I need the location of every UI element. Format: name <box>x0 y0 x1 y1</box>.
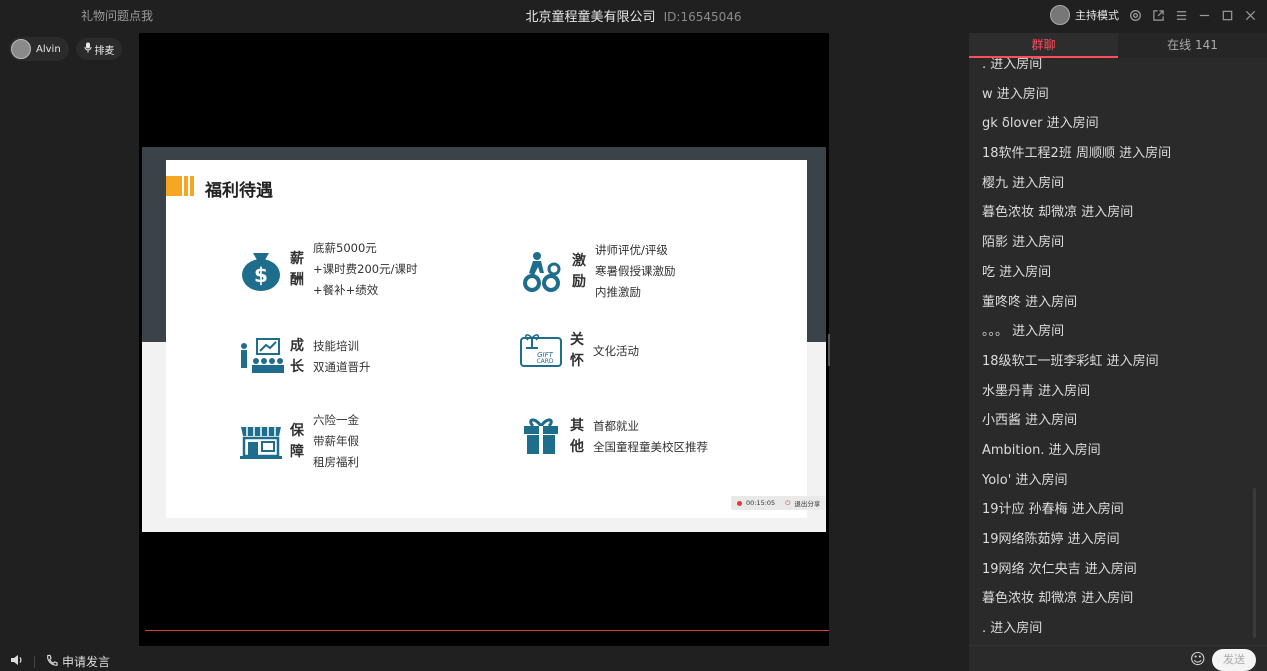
user-pill[interactable]: Alvin <box>9 37 69 61</box>
benefit-category: 保障 <box>290 422 304 460</box>
presentation-icon <box>241 338 284 373</box>
gears-icon <box>523 251 561 292</box>
chat-message: 暮色浓妆 却微凉 进入房间 <box>982 591 1134 607</box>
chat-message: . 进入房间 <box>982 58 1043 72</box>
benefit-other: 其他 首都就业 全国童程童美校区推荐 <box>518 414 708 460</box>
chat-message: 陌影 进入房间 <box>982 235 1065 251</box>
benefit-details: 首都就业 全国童程童美校区推荐 <box>593 419 708 454</box>
chat-message: 19网络 次仁央吉 进入房间 <box>982 561 1137 577</box>
close-icon[interactable] <box>1243 8 1257 22</box>
chat-panel: 群聊 在线 141 . 进入房间 w 进入房间 gk δlover 进入房间 18软件… <box>969 33 1267 671</box>
chat-message: 18软件工程2班 周顺顺 进入房间 <box>982 146 1172 162</box>
benefit-details: 底薪5000元 +课时费200元/课时 +餐补+绩效 <box>313 241 418 297</box>
send-button[interactable]: 发送 <box>1212 649 1256 671</box>
benefit-security: 保障 六险一金 带薪年假 租房福利 <box>238 410 359 473</box>
chat-message: Yolo' 进入房间 <box>982 472 1068 488</box>
host-mode-label[interactable]: 主持模式 <box>1075 7 1119 23</box>
benefit-category: 关怀 <box>570 332 584 369</box>
popout-icon[interactable] <box>1151 8 1165 22</box>
benefit-details: 六险一金 带薪年假 租房福利 <box>313 413 359 469</box>
benefit-details: 文化活动 <box>593 343 639 358</box>
benefit-salary: $ 薪酬 底薪5000元 +课时费200元/课时 +餐补+绩效 <box>238 238 417 301</box>
resize-handle[interactable] <box>828 334 830 366</box>
menu-icon[interactable] <box>1174 8 1188 22</box>
benefit-growth: 成长 技能培训 双通道晋升 <box>238 334 371 380</box>
chat-message: . 进入房间 <box>982 621 1043 637</box>
divider <box>34 655 35 668</box>
room-id: ID:16545046 <box>663 10 742 24</box>
benefit-category: 薪酬 <box>290 250 304 288</box>
mic-queue-button[interactable]: 排麦 <box>76 38 122 60</box>
chat-messages: . 进入房间 w 进入房间 gk δlover 进入房间 18软件工程2班 周顺顺 进… <box>982 58 1171 643</box>
chat-message-list[interactable]: . 进入房间 w 进入房间 gk δlover 进入房间 18软件工程2班 周顺顺 进… <box>969 58 1267 643</box>
apply-speak-button[interactable]: 申请发言 <box>45 653 110 670</box>
benefit-category: 激励 <box>572 252 586 290</box>
money-bag-icon: $ <box>242 252 280 291</box>
bottom-controls: 申请发言 <box>10 653 110 670</box>
benefit-details: 技能培训 双通道晋升 <box>313 339 371 374</box>
recording-indicator: 00:15:05 ⏻ 退出分享 <box>731 496 825 510</box>
benefit-category: 其他 <box>570 418 584 455</box>
shared-screen: 福利待遇 $ 薪酬 底薪5000元 +课时费200元/课时 +餐补+绩效 激 励… <box>142 147 830 631</box>
chat-message: Ambition. 进入房间 <box>982 442 1101 458</box>
exit-share-button[interactable]: 退出分享 <box>794 498 820 508</box>
window-controls: 主持模式 <box>1050 5 1257 25</box>
host-avatar[interactable] <box>1050 5 1070 25</box>
org-name: 北京童程童美有限公司 <box>525 10 656 25</box>
chat-scrollbar[interactable] <box>1253 488 1256 638</box>
store-icon <box>240 426 282 459</box>
settings-icon[interactable] <box>1128 8 1142 22</box>
record-time: 00:15:05 <box>746 499 776 507</box>
chat-tabs: 群聊 在线 141 <box>969 33 1267 58</box>
chat-message: 19计应 孙春梅 进入房间 <box>982 502 1124 518</box>
svg-text:$: $ <box>254 263 268 287</box>
chat-message: 吃 进入房间 <box>982 264 1052 280</box>
benefit-category: 成长 <box>290 338 304 375</box>
svg-text:CARD: CARD <box>536 358 553 365</box>
chat-message: 19网络陈茹婷 进入房间 <box>982 532 1120 547</box>
power-icon[interactable]: ⏻ <box>785 499 790 508</box>
record-dot-icon <box>737 500 742 506</box>
mic-icon <box>84 42 92 56</box>
benefit-incentive: 激励 讲师评优/评级 寒暑假授课激励 内推激励 <box>520 240 676 303</box>
video-area: 福利待遇 $ 薪酬 底薪5000元 +课时费200元/课时 +餐补+绩效 激 励… <box>139 33 830 646</box>
avatar <box>11 39 31 59</box>
live-classroom-window: 礼物问题点我 北京童程童美有限公司 ID:16545046 主持模式 Alvin… <box>0 0 1267 671</box>
chat-input-row[interactable]: ☺ 发送 <box>969 645 1267 671</box>
chat-message: 小西酱 进入房间 <box>982 413 1078 429</box>
benefit-care: GIFT CARD 关怀 文化活动 <box>518 328 639 374</box>
gift-card-icon: GIFT CARD <box>520 334 562 367</box>
chat-message: 董咚咚 进入房间 <box>982 294 1078 310</box>
title-bar: 礼物问题点我 北京童程童美有限公司 ID:16545046 主持模式 <box>0 0 1267 32</box>
mic-queue-label: 排麦 <box>94 45 115 57</box>
phone-icon <box>45 654 58 670</box>
slide: 福利待遇 $ 薪酬 底薪5000元 +课时费200元/课时 +餐补+绩效 激 励… <box>166 160 825 518</box>
tab-online[interactable]: 在线 141 <box>1118 33 1267 58</box>
chat-message: w 进入房间 <box>982 86 1049 102</box>
title-accent-bars <box>166 176 194 196</box>
speaker-icon[interactable] <box>10 654 24 669</box>
apply-speak-label: 申请发言 <box>62 655 111 669</box>
chat-message: 暮色浓妆 却微凉 进入房间 <box>982 205 1134 221</box>
tab-group-chat[interactable]: 群聊 <box>969 33 1118 58</box>
chat-message: 水墨丹青 进入房间 <box>982 383 1091 399</box>
user-name: Alvin <box>36 43 61 55</box>
chat-message: 。。。 进入房间 <box>982 324 1065 340</box>
gift-icon <box>524 418 558 454</box>
chat-message: 樱九 进入房间 <box>982 175 1065 191</box>
emoji-icon[interactable]: ☺ <box>1190 651 1206 667</box>
chat-message: 18级软工一班李彩虹 进入房间 <box>982 353 1159 369</box>
chat-message: gk δlover 进入房间 <box>982 116 1099 132</box>
benefit-details: 讲师评优/评级 寒暑假授课激励 内推激励 <box>595 243 676 299</box>
minimize-icon[interactable] <box>1197 8 1211 22</box>
slide-title: 福利待遇 <box>205 181 273 201</box>
share-border-line <box>145 630 829 631</box>
maximize-icon[interactable] <box>1220 8 1234 22</box>
